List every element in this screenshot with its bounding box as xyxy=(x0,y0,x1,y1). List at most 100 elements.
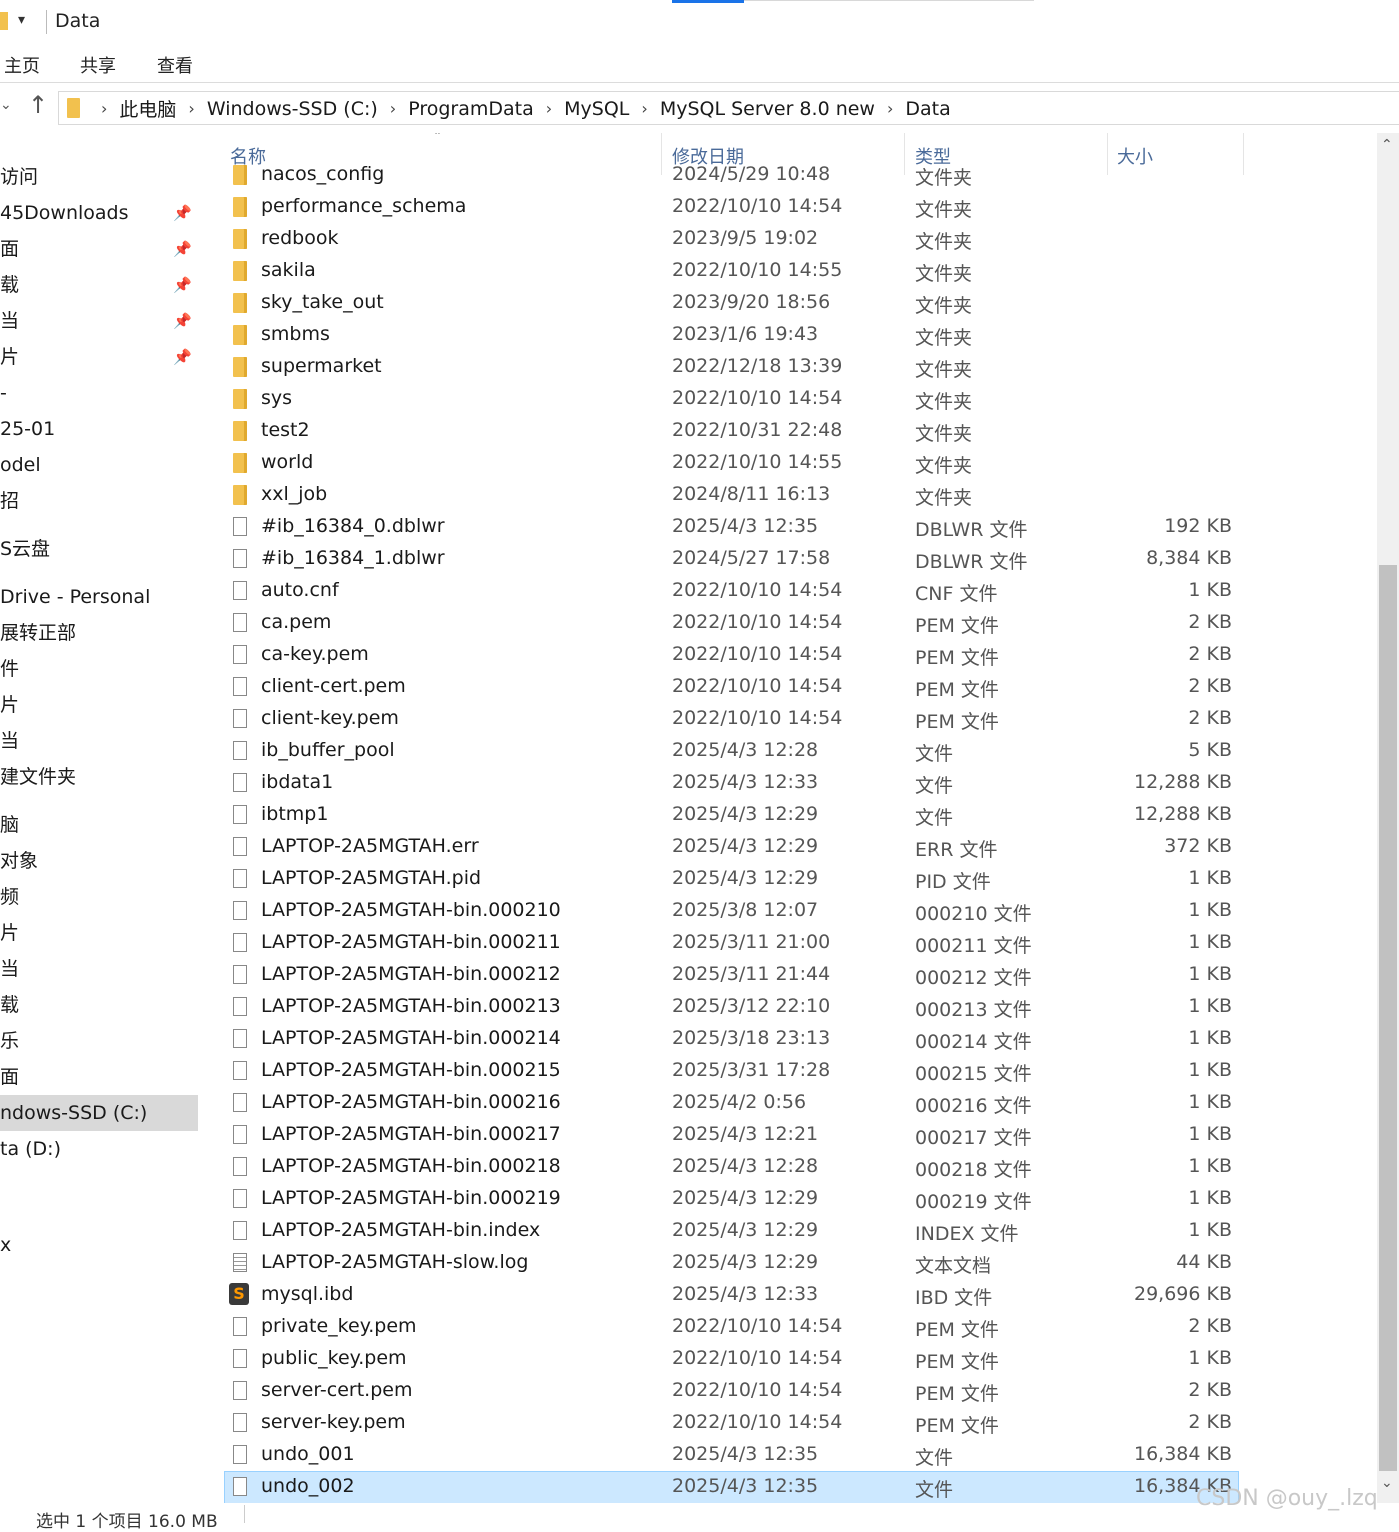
file-row[interactable]: server-cert.pem 2022/10/10 14:54 PEM 文件 2 K… xyxy=(225,1376,1238,1408)
nav-item[interactable]: 片 xyxy=(0,687,198,723)
nav-item[interactable]: ndows-SSD (C:) xyxy=(0,1095,198,1131)
quick-access-dropdown-icon[interactable]: ▾ xyxy=(18,12,25,28)
nav-item[interactable]: 25-01 xyxy=(0,411,198,447)
file-row[interactable]: performance_schema 2022/10/10 14:54 文件夹 xyxy=(225,192,1238,224)
chevron-right-icon[interactable]: › xyxy=(101,99,107,118)
nav-item[interactable]: 面 xyxy=(0,1059,198,1095)
file-row[interactable]: sakila 2022/10/10 14:55 文件夹 xyxy=(225,256,1238,288)
file-row[interactable]: nacos_config 2024/5/29 10:48 文件夹 xyxy=(225,160,1238,192)
nav-item[interactable]: Drive - Personal xyxy=(0,579,198,615)
scroll-up-icon[interactable]: ⌃ xyxy=(1381,137,1393,153)
nav-item[interactable]: 当 📌 xyxy=(0,303,198,339)
nav-item[interactable]: 件 xyxy=(0,651,198,687)
file-row[interactable]: #ib_16384_0.dblwr 2025/4/3 12:35 DBLWR 文件 1… xyxy=(225,512,1238,544)
nav-item[interactable]: odel xyxy=(0,447,198,483)
file-row[interactable]: undo_002 2025/4/3 12:35 文件 16,384 KB xyxy=(224,1471,1239,1503)
nav-item[interactable]: x xyxy=(0,1227,198,1263)
chevron-right-icon[interactable]: › xyxy=(390,99,396,118)
chevron-right-icon[interactable]: › xyxy=(188,99,194,118)
column-divider[interactable] xyxy=(1243,133,1244,175)
file-row[interactable]: LAPTOP-2A5MGTAH-bin.000212 2025/3/11 21:4… xyxy=(225,960,1238,992)
file-row[interactable]: LAPTOP-2A5MGTAH-bin.000210 2025/3/8 12:07… xyxy=(225,896,1238,928)
up-arrow-icon[interactable]: ↑ xyxy=(28,91,48,119)
recent-locations-chevron-icon[interactable]: ⌄ xyxy=(0,97,12,113)
file-row[interactable]: auto.cnf 2022/10/10 14:54 CNF 文件 1 KB xyxy=(225,576,1238,608)
tab-view[interactable]: 查看 xyxy=(157,52,193,78)
pin-icon[interactable]: 📌 xyxy=(173,339,192,375)
file-row[interactable]: LAPTOP-2A5MGTAH-bin.000216 2025/4/2 0:56 0… xyxy=(225,1088,1238,1120)
vertical-scrollbar[interactable]: ⌃ ⌄ xyxy=(1377,133,1399,1503)
nav-item[interactable]: 脑 xyxy=(0,807,198,843)
tab-home[interactable]: 主页 xyxy=(4,52,40,78)
nav-item[interactable]: 招 xyxy=(0,483,198,519)
file-row[interactable]: LAPTOP-2A5MGTAH-bin.index 2025/4/3 12:29 I… xyxy=(225,1216,1238,1248)
nav-item[interactable]: 当 xyxy=(0,723,198,759)
file-row[interactable]: LAPTOP-2A5MGTAH.err 2025/4/3 12:29 ERR 文件 3… xyxy=(225,832,1238,864)
file-row[interactable]: smbms 2023/1/6 19:43 文件夹 xyxy=(225,320,1238,352)
breadcrumb-mysql[interactable]: MySQL xyxy=(564,98,629,120)
address-bar[interactable]: › 此电脑 › Windows-SSD (C:) › ProgramData ›… xyxy=(58,91,1399,125)
chevron-right-icon[interactable]: › xyxy=(546,99,552,118)
file-row[interactable]: public_key.pem 2022/10/10 14:54 PEM 文件 1 KB xyxy=(225,1344,1238,1376)
nav-item[interactable]: 载 xyxy=(0,987,198,1023)
file-row[interactable]: ca-key.pem 2022/10/10 14:54 PEM 文件 2 KB xyxy=(225,640,1238,672)
file-row[interactable]: LAPTOP-2A5MGTAH-bin.000214 2025/3/18 23:1… xyxy=(225,1024,1238,1056)
nav-item[interactable]: 展转正部 xyxy=(0,615,198,651)
pin-icon[interactable]: 📌 xyxy=(173,195,192,231)
file-row[interactable]: LAPTOP-2A5MGTAH-bin.000219 2025/4/3 12:29… xyxy=(225,1184,1238,1216)
file-row[interactable]: xxl_job 2024/8/11 16:13 文件夹 xyxy=(225,480,1238,512)
file-row[interactable]: LAPTOP-2A5MGTAH-bin.000213 2025/3/12 22:1… xyxy=(225,992,1238,1024)
file-row[interactable]: ca.pem 2022/10/10 14:54 PEM 文件 2 KB xyxy=(225,608,1238,640)
scroll-down-icon[interactable]: ⌄ xyxy=(1381,1475,1393,1491)
file-row[interactable]: LAPTOP-2A5MGTAH.pid 2025/4/3 12:29 PID 文件 1… xyxy=(225,864,1238,896)
file-row[interactable]: redbook 2023/9/5 19:02 文件夹 xyxy=(225,224,1238,256)
file-row[interactable]: sky_take_out 2023/9/20 18:56 文件夹 xyxy=(225,288,1238,320)
file-row[interactable]: LAPTOP-2A5MGTAH-bin.000215 2025/3/31 17:2… xyxy=(225,1056,1238,1088)
file-row[interactable]: LAPTOP-2A5MGTAH-slow.log 2025/4/3 12:29 文本… xyxy=(225,1248,1238,1280)
file-name: mysql.ibd xyxy=(261,1283,354,1305)
scrollbar-thumb[interactable] xyxy=(1379,565,1397,1471)
nav-item[interactable]: 面 📌 xyxy=(0,231,198,267)
nav-item[interactable]: ta (D:) xyxy=(0,1131,198,1167)
file-row[interactable]: private_key.pem 2022/10/10 14:54 PEM 文件 2 K… xyxy=(225,1312,1238,1344)
file-row[interactable]: server-key.pem 2022/10/10 14:54 PEM 文件 2 KB xyxy=(225,1408,1238,1440)
nav-item[interactable]: 频 xyxy=(0,879,198,915)
tab-share[interactable]: 共享 xyxy=(80,52,116,78)
nav-item[interactable]: S云盘 xyxy=(0,531,198,567)
breadcrumb-this-pc[interactable]: 此电脑 xyxy=(119,95,176,122)
nav-item[interactable]: 建文件夹 xyxy=(0,759,198,795)
file-row[interactable]: ibtmp1 2025/4/3 12:29 文件 12,288 KB xyxy=(225,800,1238,832)
nav-item[interactable]: 当 xyxy=(0,951,198,987)
breadcrumb-mysql-server[interactable]: MySQL Server 8.0 new xyxy=(660,98,875,120)
file-row[interactable]: Smysql.ibd 2025/4/3 12:33 IBD 文件 29,696 KB xyxy=(225,1280,1238,1312)
file-row[interactable]: undo_001 2025/4/3 12:35 文件 16,384 KB xyxy=(225,1440,1238,1472)
breadcrumb-programdata[interactable]: ProgramData xyxy=(408,98,534,120)
nav-item[interactable]: 45Downloads 📌 xyxy=(0,195,198,231)
nav-item[interactable]: 片 📌 xyxy=(0,339,198,375)
chevron-right-icon[interactable]: › xyxy=(887,99,893,118)
file-row[interactable]: sys 2022/10/10 14:54 文件夹 xyxy=(225,384,1238,416)
file-row[interactable]: test2 2022/10/31 22:48 文件夹 xyxy=(225,416,1238,448)
nav-item[interactable]: 访问 xyxy=(0,159,198,195)
file-row[interactable]: LAPTOP-2A5MGTAH-bin.000211 2025/3/11 21:0… xyxy=(225,928,1238,960)
breadcrumb-data[interactable]: Data xyxy=(905,98,950,120)
nav-item[interactable]: 片 xyxy=(0,915,198,951)
file-row[interactable]: world 2022/10/10 14:55 文件夹 xyxy=(225,448,1238,480)
file-row[interactable]: supermarket 2022/12/18 13:39 文件夹 xyxy=(225,352,1238,384)
chevron-right-icon[interactable]: › xyxy=(641,99,647,118)
nav-item[interactable]: 载 📌 xyxy=(0,267,198,303)
breadcrumb-windows-ssd[interactable]: Windows-SSD (C:) xyxy=(207,98,378,120)
pin-icon[interactable]: 📌 xyxy=(173,267,192,303)
file-row[interactable]: LAPTOP-2A5MGTAH-bin.000218 2025/4/3 12:28… xyxy=(225,1152,1238,1184)
pin-icon[interactable]: 📌 xyxy=(173,303,192,339)
file-row[interactable]: client-key.pem 2022/10/10 14:54 PEM 文件 2 KB xyxy=(225,704,1238,736)
file-row[interactable]: #ib_16384_1.dblwr 2024/5/27 17:58 DBLWR 文件… xyxy=(225,544,1238,576)
nav-item[interactable]: - xyxy=(0,375,198,411)
pin-icon[interactable]: 📌 xyxy=(173,231,192,267)
nav-item[interactable]: 对象 xyxy=(0,843,198,879)
file-row[interactable]: client-cert.pem 2022/10/10 14:54 PEM 文件 2 K… xyxy=(225,672,1238,704)
file-row[interactable]: ibdata1 2025/4/3 12:33 文件 12,288 KB xyxy=(225,768,1238,800)
file-row[interactable]: ib_buffer_pool 2025/4/3 12:28 文件 5 KB xyxy=(225,736,1238,768)
nav-item[interactable]: 乐 xyxy=(0,1023,198,1059)
file-row[interactable]: LAPTOP-2A5MGTAH-bin.000217 2025/4/3 12:21… xyxy=(225,1120,1238,1152)
